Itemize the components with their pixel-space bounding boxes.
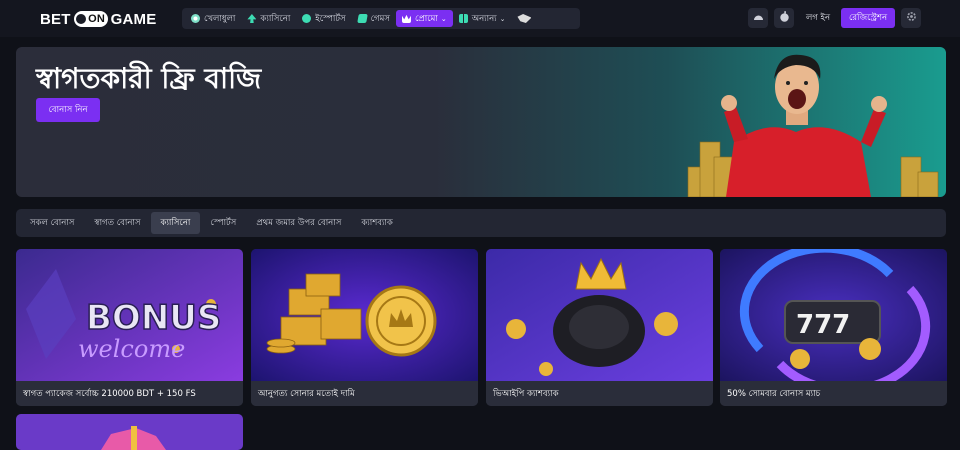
gamepad-icon (302, 14, 312, 23)
tab-cashback[interactable]: ক্যাশব্যাক (351, 212, 403, 234)
nav-item-sports[interactable]: খেলাধুলা (185, 10, 241, 27)
nav-item-label: খেলাধুলা (204, 13, 236, 24)
promo-card-gift[interactable] (16, 414, 243, 450)
promo-card-art-text: BONUS (86, 298, 221, 338)
promo-card-welcome[interactable]: BONUS welcome স্বাগত প্যাকেজ সর্বোচ্চ 21… (16, 249, 243, 406)
nav-item-label: ক্যাসিনো (260, 13, 291, 24)
bonus-category-tabs: সকল বোনাস স্বাগত বোনাস ক্যাসিনো স্পোর্টস… (16, 209, 946, 237)
settings-button[interactable] (901, 8, 921, 28)
nav-item-esports[interactable]: ইস্পোর্টস (296, 10, 351, 27)
promo-card-image (251, 249, 478, 381)
nav-item-label: প্রোমো (414, 13, 438, 24)
tab-first-deposit-bonus[interactable]: প্রথম জমার উপর বোনাস (246, 212, 351, 234)
soccer-ball-icon (191, 14, 200, 23)
login-button[interactable]: লগ ইন (800, 8, 836, 28)
android-icon (753, 12, 764, 24)
tab-welcome-bonus[interactable]: স্বাগত বোনাস (84, 212, 150, 234)
promo-card-image (16, 414, 243, 450)
promo-card-image: BONUS welcome (16, 249, 243, 381)
promo-card-image (486, 249, 713, 381)
crown-icon (401, 14, 411, 23)
promo-card-vip-cashback[interactable]: ভিআইপি ক্যাশব্যাক (486, 249, 713, 406)
promo-card-monday-bonus[interactable]: 777 50% সোমবার বোনাস ম্যাচ (720, 249, 947, 406)
ipl-logo-icon (517, 14, 532, 23)
android-app-button[interactable] (748, 8, 768, 28)
chevron-down-icon: ⌄ (499, 14, 506, 23)
apple-icon (779, 11, 789, 25)
register-button[interactable]: রেজিস্ট্রেশন (841, 8, 895, 28)
nav-item-casino[interactable]: ক্যাসিনো (241, 10, 296, 27)
nav-item-promo[interactable]: প্রোমো ⌄ (395, 10, 453, 27)
cards-icon (356, 14, 368, 23)
main-nav: খেলাধুলা ক্যাসিনো ইস্পোর্টস গেমস প্রোমো … (182, 8, 580, 29)
logo-text-on: ON (73, 11, 108, 27)
apple-app-button[interactable] (774, 8, 794, 28)
nav-item-ipl[interactable] (511, 10, 541, 27)
nav-item-games[interactable]: গেমস (352, 10, 396, 27)
promo-card-caption: ভিআইপি ক্যাশব্যাক (486, 381, 713, 406)
get-bonus-button[interactable]: বোনাস নিন (36, 98, 100, 122)
logo[interactable]: BET ON GAME (40, 10, 156, 28)
promo-card-art-subtext: welcome (78, 335, 185, 363)
promo-card-caption: স্বাগত প্যাকেজ সর্বোচ্চ 210000 BDT + 150… (16, 381, 243, 406)
chevron-down-icon: ⌄ (440, 14, 447, 23)
nav-item-label: ইস্পোর্টস (315, 13, 346, 24)
promo-card-loyalty[interactable]: আনুগত্য সোনার মতোই দামি (251, 249, 478, 406)
hero-banner: স্বাগতকারী ফ্রি বাজি বোনাস নিন (16, 47, 946, 197)
promo-card-art-text: 777 (796, 310, 850, 340)
nav-item-other[interactable]: অন্যান্য ⌄ (453, 10, 512, 27)
club-icon (247, 14, 257, 23)
top-bar: BET ON GAME খেলাধুলা ক্যাসিনো ইস্পোর্টস … (0, 0, 960, 37)
hero-illustration (687, 54, 939, 197)
nav-item-label: অন্যান্য (471, 13, 497, 24)
hero-title: স্বাগতকারী ফ্রি বাজি (36, 62, 262, 95)
promo-card-caption: আনুগত্য সোনার মতোই দামি (251, 381, 478, 406)
logo-text-bet: BET (40, 10, 71, 28)
tab-casino[interactable]: ক্যাসিনো (150, 212, 201, 234)
promo-card-caption: 50% সোমবার বোনাস ম্যাচ (720, 381, 947, 406)
grid-icon (458, 14, 468, 23)
logo-text-game: GAME (110, 10, 157, 28)
tab-sports[interactable]: স্পোর্টস (200, 212, 246, 234)
nav-item-label: গেমস (370, 13, 390, 24)
tab-all-bonuses[interactable]: সকল বোনাস (20, 212, 84, 234)
gear-icon (906, 11, 917, 25)
promo-card-image: 777 (720, 249, 947, 381)
